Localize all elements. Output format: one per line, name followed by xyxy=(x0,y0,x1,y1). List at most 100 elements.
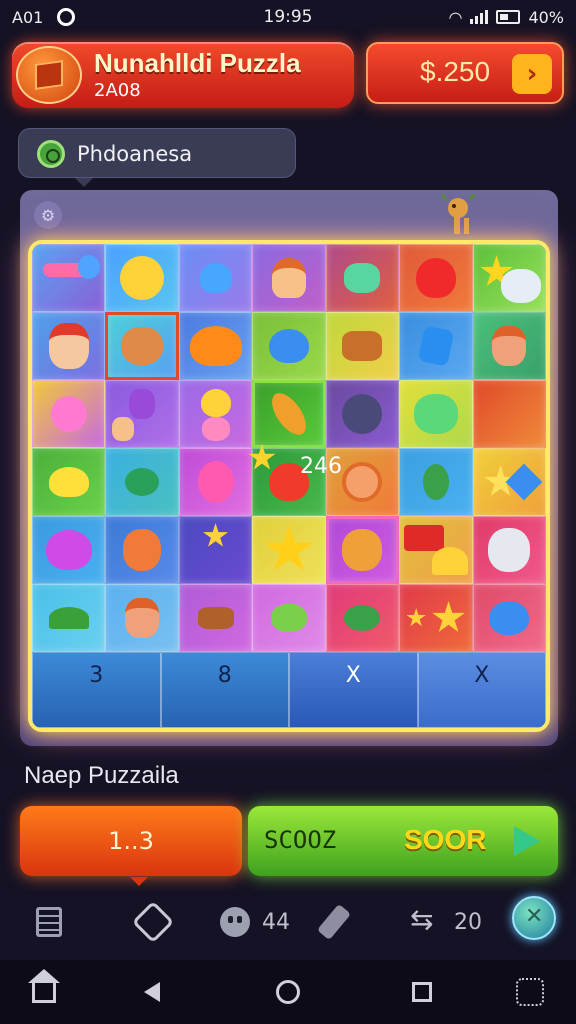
list-button[interactable] xyxy=(36,902,62,942)
puzzle-tile[interactable] xyxy=(32,584,106,652)
system-nav-bar xyxy=(0,960,576,1024)
nav-apps-button[interactable] xyxy=(514,976,546,1008)
game-title: Nunahlldi Puzzla xyxy=(94,48,301,78)
puzzle-tile[interactable] xyxy=(252,516,326,584)
puzzle-tile[interactable] xyxy=(399,516,473,584)
nav-overview-button[interactable] xyxy=(272,976,304,1008)
puzzle-tile[interactable] xyxy=(472,244,546,312)
star-icon xyxy=(264,525,314,571)
puzzle-tile[interactable] xyxy=(105,584,179,652)
back-icon xyxy=(144,982,160,1002)
puzzle-tile[interactable] xyxy=(472,448,546,516)
piece-tray-slot[interactable]: X xyxy=(289,652,418,728)
puzzle-tile[interactable] xyxy=(472,380,546,448)
star-icon xyxy=(432,601,465,632)
piece-tray-slot[interactable]: X xyxy=(417,652,546,728)
toolbar: 44 20 xyxy=(0,892,576,952)
dog-icon xyxy=(197,607,234,629)
home-icon xyxy=(28,969,60,1003)
puzzle-tile[interactable] xyxy=(472,516,546,584)
moves-count: 20 xyxy=(454,909,482,935)
battery-icon xyxy=(496,10,521,24)
square-icon xyxy=(412,982,432,1002)
puzzle-tile[interactable] xyxy=(178,516,253,584)
puzzle-tile[interactable] xyxy=(252,380,326,448)
gem-icon xyxy=(417,325,455,367)
puzzle-tile[interactable] xyxy=(399,448,473,516)
puzzle-tile[interactable] xyxy=(325,244,400,312)
level-progress-button[interactable]: 1..3 xyxy=(20,806,242,886)
price-label: $.250 xyxy=(420,56,491,87)
puzzle-tile[interactable] xyxy=(252,312,326,380)
puzzle-tile[interactable] xyxy=(105,516,179,584)
nav-back-button[interactable] xyxy=(136,976,168,1008)
frog-icon xyxy=(413,394,458,434)
puzzle-tile[interactable] xyxy=(252,244,326,312)
heart-icon xyxy=(45,530,92,570)
puzzle-tile[interactable] xyxy=(472,312,546,380)
puzzle-tile[interactable] xyxy=(325,516,400,584)
puzzle-tile[interactable] xyxy=(105,244,179,312)
tag-icon xyxy=(131,900,175,944)
puzzle-tile[interactable] xyxy=(399,312,473,380)
lives-count: 44 xyxy=(262,909,290,935)
puzzle-tile[interactable] xyxy=(32,516,106,584)
level-progress-label: 1..3 xyxy=(108,827,154,855)
piglet-icon xyxy=(201,417,230,441)
puzzle-tile[interactable] xyxy=(399,380,473,448)
puzzle-tile[interactable] xyxy=(325,312,400,380)
puzzle-tile[interactable] xyxy=(325,380,400,448)
puzzle-tile[interactable] xyxy=(178,312,253,380)
game-subtitle: 2A08 xyxy=(94,80,141,101)
puzzle-tile[interactable] xyxy=(178,584,253,652)
leaf-icon xyxy=(265,387,313,441)
dog-icon xyxy=(342,529,383,571)
puzzle-tile[interactable] xyxy=(32,312,106,380)
puzzle-board[interactable]: 3 8 X X xyxy=(28,240,550,732)
price-button[interactable]: $.250 › xyxy=(366,42,564,104)
level-name: Naep Puzzaila xyxy=(24,762,179,789)
slot-label: X xyxy=(474,663,490,688)
puzzle-tile[interactable] xyxy=(105,380,179,448)
face-icon xyxy=(220,907,250,937)
piece-tray-slot[interactable]: 8 xyxy=(160,652,289,728)
lives-counter[interactable]: 44 xyxy=(220,902,290,942)
apps-icon xyxy=(516,978,544,1006)
nav-recents-button[interactable] xyxy=(406,976,438,1008)
puzzle-tile[interactable] xyxy=(105,448,179,516)
paint-button[interactable] xyxy=(316,902,352,942)
puzzle-tile[interactable] xyxy=(32,448,106,516)
puzzle-tile[interactable] xyxy=(178,244,253,312)
puzzle-tile[interactable] xyxy=(178,380,253,448)
slot-label: 3 xyxy=(89,663,104,688)
app-notification-icon xyxy=(57,8,76,26)
gear-icon[interactable]: ⚙ xyxy=(34,201,62,229)
score-play-button[interactable]: SCOOZ SOOR xyxy=(248,806,558,876)
puzzle-tile[interactable] xyxy=(105,312,179,380)
flag-icon xyxy=(404,525,445,551)
piece-tray-slot[interactable]: 3 xyxy=(32,652,161,728)
globe-icon xyxy=(512,896,556,940)
cat-icon xyxy=(501,269,541,303)
puzzle-tile[interactable] xyxy=(399,244,473,312)
brush-icon xyxy=(316,903,352,941)
bird-icon xyxy=(270,604,307,632)
moves-counter[interactable]: 20 xyxy=(410,902,482,942)
game-title-banner[interactable]: Nunahlldi Puzzla 2A08 xyxy=(12,42,354,108)
puzzle-tile[interactable] xyxy=(32,244,106,312)
puzzle-tile[interactable] xyxy=(472,584,546,652)
slot-score: 246 xyxy=(300,454,342,479)
world-button[interactable] xyxy=(512,896,556,940)
puzzle-tile[interactable] xyxy=(399,584,473,652)
kid-icon xyxy=(125,598,160,638)
wifi-icon: ◠ xyxy=(448,7,463,27)
puzzle-tile[interactable] xyxy=(325,584,400,652)
gem-icon xyxy=(505,463,543,501)
puzzle-tile[interactable] xyxy=(32,380,106,448)
category-pill[interactable]: Phdoanesa xyxy=(18,128,296,187)
hint-button[interactable] xyxy=(131,900,175,944)
nav-home-button[interactable] xyxy=(28,969,60,1008)
puzzle-tile[interactable] xyxy=(178,448,253,516)
puzzle-tile[interactable] xyxy=(252,584,326,652)
cat-icon xyxy=(488,528,531,572)
